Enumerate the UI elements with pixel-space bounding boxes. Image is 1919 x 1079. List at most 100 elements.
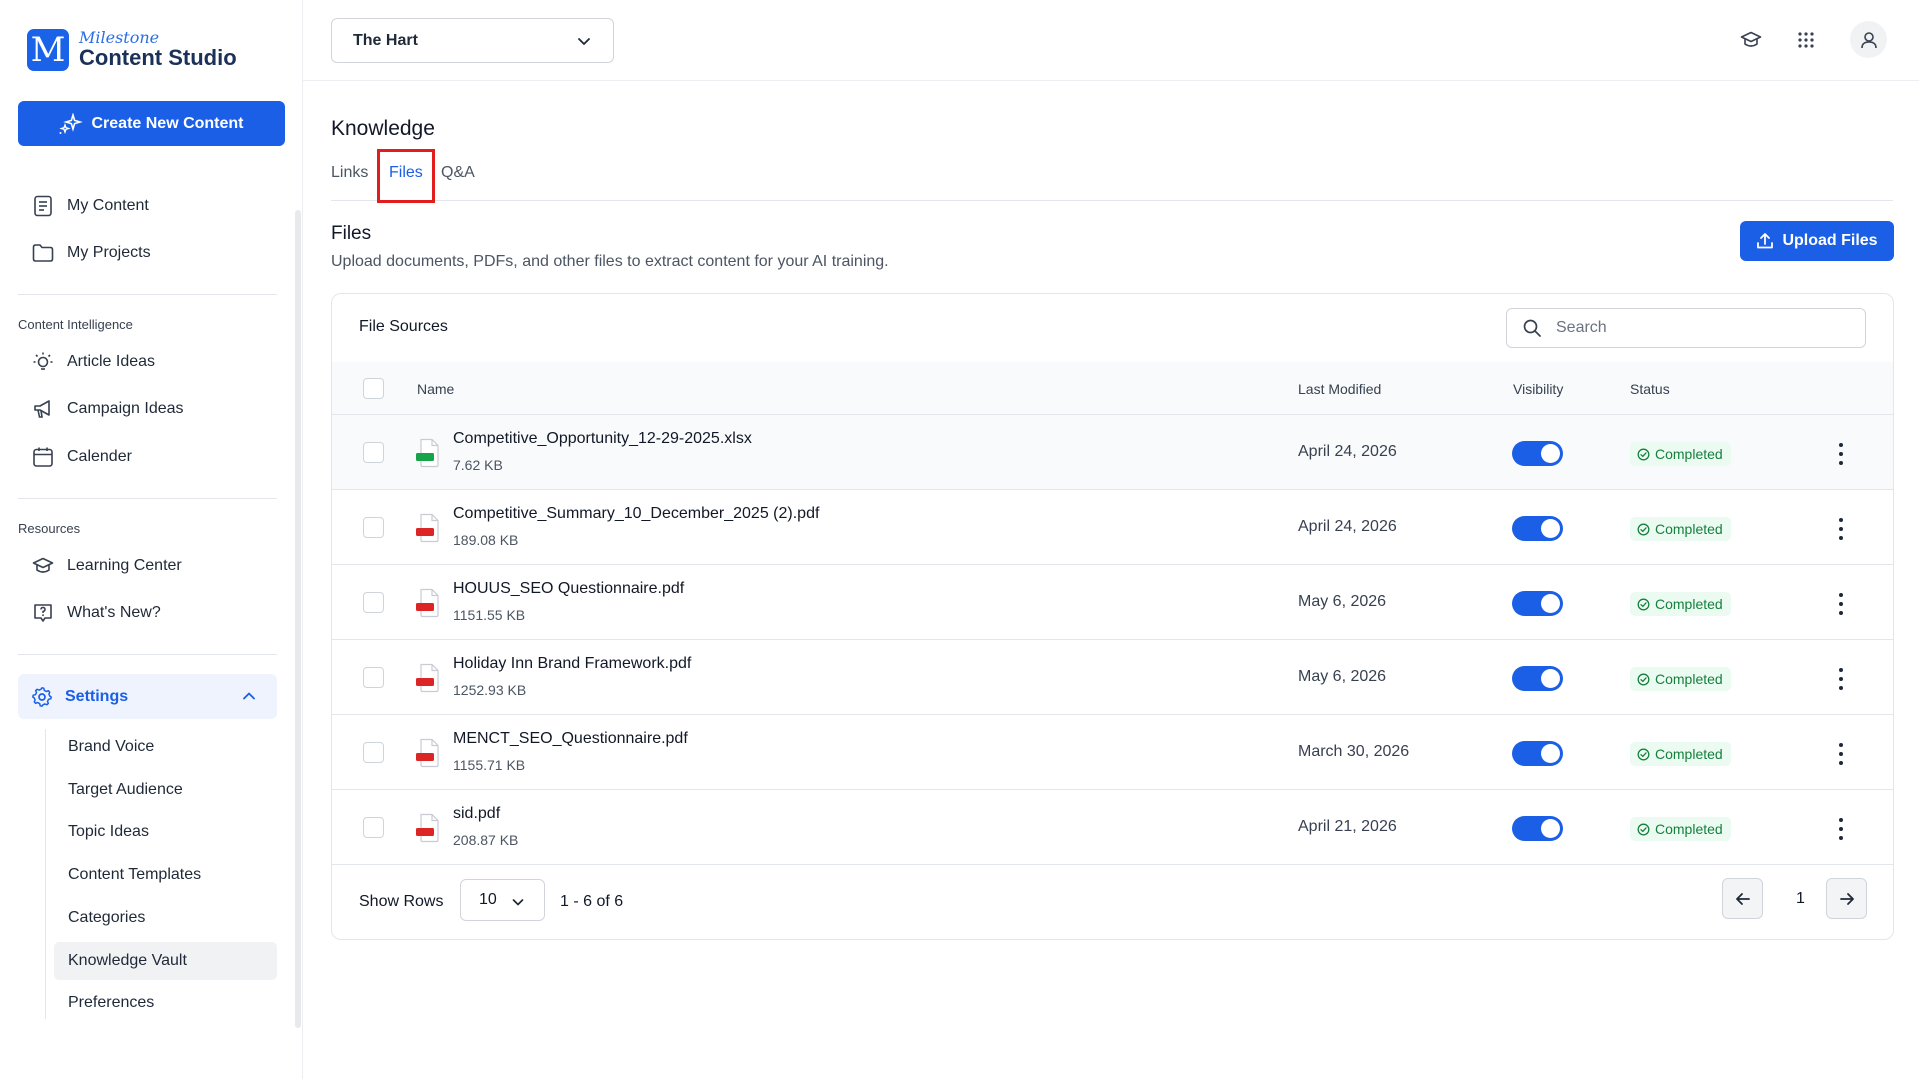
logo[interactable]: M Milestone Content Studio — [27, 29, 237, 71]
file-size: 208.87 KB — [453, 832, 519, 848]
sidebar-item-settings[interactable]: Settings — [18, 674, 277, 719]
row-checkbox[interactable] — [363, 442, 384, 463]
file-name[interactable]: Holiday Inn Brand Framework.pdf — [453, 655, 691, 673]
sidebar-item-label: My Content — [67, 197, 149, 214]
more-options-icon[interactable] — [1837, 668, 1845, 690]
row-checkbox[interactable] — [363, 517, 384, 538]
more-options-icon[interactable] — [1837, 593, 1845, 615]
select-all-checkbox[interactable] — [363, 378, 384, 399]
visibility-toggle[interactable] — [1512, 816, 1563, 841]
settings-label: Settings — [65, 687, 129, 705]
status-text: Completed — [1655, 671, 1723, 687]
row-checkbox[interactable] — [363, 742, 384, 763]
sidebar-divider — [18, 654, 277, 655]
site-select[interactable]: The Hart — [331, 18, 614, 63]
upload-icon — [1757, 233, 1774, 249]
more-options-icon[interactable] — [1837, 443, 1845, 465]
create-new-content-button[interactable]: Create New Content — [18, 101, 285, 146]
graduation-cap-icon — [31, 554, 55, 578]
status-badge: Completed — [1630, 592, 1731, 616]
more-options-icon[interactable] — [1837, 518, 1845, 540]
sidebar-item-preferences[interactable]: Preferences — [54, 984, 277, 1022]
table-row[interactable]: MENCT_SEO_Questionnaire.pdf 1155.71 KB Mar… — [332, 715, 1893, 790]
file-name[interactable]: MENCT_SEO_Questionnaire.pdf — [453, 730, 688, 748]
pagination-range: 1 - 6 of 6 — [560, 893, 624, 910]
sidebar-item-categories[interactable]: Categories — [54, 899, 277, 937]
table-row[interactable]: HOUUS_SEO Questionnaire.pdf 1151.55 KB May… — [332, 565, 1893, 640]
folder-icon — [31, 241, 55, 265]
document-icon — [31, 194, 55, 218]
sidebar-item-whats-new[interactable]: What's New? — [31, 599, 161, 627]
file-name[interactable]: Competitive_Opportunity_12-29-2025.xlsx — [453, 430, 752, 448]
column-header-name[interactable]: Name — [417, 381, 454, 397]
sidebar: M Milestone Content Studio Create New Co… — [0, 0, 303, 1079]
table-row[interactable]: Holiday Inn Brand Framework.pdf 1252.93 K… — [332, 640, 1893, 715]
visibility-toggle[interactable] — [1512, 441, 1563, 466]
more-options-icon[interactable] — [1837, 818, 1845, 840]
file-name[interactable]: Competitive_Summary_10_December_2025 (2)… — [453, 505, 819, 523]
status-text: Completed — [1655, 521, 1723, 537]
apps-grid-icon[interactable] — [1791, 25, 1821, 55]
next-page-button[interactable] — [1826, 878, 1867, 919]
table-row[interactable]: sid.pdf 208.87 KB April 21, 2026 Completed — [332, 790, 1893, 865]
row-checkbox[interactable] — [363, 667, 384, 688]
row-checkbox[interactable] — [363, 817, 384, 838]
last-modified: April 24, 2026 — [1298, 518, 1397, 535]
section-label-resources: Resources — [18, 521, 81, 536]
settings-tree-line — [45, 729, 46, 1019]
visibility-toggle[interactable] — [1512, 516, 1563, 541]
xlsx-file-icon — [415, 438, 443, 473]
sidebar-item-my-projects[interactable]: My Projects — [31, 239, 151, 267]
sidebar-item-campaign-ideas[interactable]: Campaign Ideas — [31, 395, 184, 423]
megaphone-icon — [31, 397, 55, 421]
sidebar-item-article-ideas[interactable]: Article Ideas — [31, 348, 155, 376]
create-new-content-label: Create New Content — [91, 114, 244, 132]
file-name[interactable]: HOUUS_SEO Questionnaire.pdf — [453, 580, 684, 598]
upload-files-button[interactable]: Upload Files — [1740, 221, 1894, 261]
site-select-value: The Hart — [353, 31, 418, 49]
file-sources-card: File Sources Search Name Last Modified V… — [331, 293, 1894, 940]
pdf-file-icon — [415, 663, 443, 698]
sidebar-item-brand-voice[interactable]: Brand Voice — [54, 728, 277, 766]
sidebar-item-target-audience[interactable]: Target Audience — [54, 771, 277, 809]
sidebar-item-content-templates[interactable]: Content Templates — [54, 856, 277, 894]
top-bar: The Hart — [303, 0, 1919, 81]
file-size: 1252.93 KB — [453, 682, 527, 698]
sidebar-item-learning-center[interactable]: Learning Center — [31, 552, 182, 580]
section-description: Upload documents, PDFs, and other files … — [331, 253, 889, 270]
visibility-toggle[interactable] — [1512, 591, 1563, 616]
row-checkbox[interactable] — [363, 592, 384, 613]
tab-links[interactable]: Links — [331, 164, 368, 182]
search-input[interactable]: Search — [1506, 308, 1866, 348]
visibility-toggle[interactable] — [1512, 666, 1563, 691]
tab-files-highlight-box — [377, 149, 435, 203]
card-title: File Sources — [359, 318, 448, 335]
file-size: 1155.71 KB — [453, 757, 526, 773]
sidebar-scrollbar[interactable] — [295, 210, 301, 1028]
rows-per-page-select[interactable]: 10 — [460, 879, 545, 921]
status-text: Completed — [1655, 446, 1723, 462]
sidebar-item-calender[interactable]: Calender — [31, 443, 132, 471]
table-row[interactable]: Competitive_Opportunity_12-29-2025.xlsx 7… — [332, 415, 1893, 490]
current-page[interactable]: 1 — [1796, 890, 1805, 908]
learning-center-icon[interactable] — [1736, 25, 1766, 55]
visibility-toggle[interactable] — [1512, 741, 1563, 766]
sidebar-item-my-content[interactable]: My Content — [31, 192, 149, 220]
column-header-status: Status — [1630, 381, 1670, 397]
tab-qa[interactable]: Q&A — [441, 164, 475, 182]
check-circle-icon — [1637, 448, 1650, 460]
user-avatar[interactable] — [1850, 21, 1887, 58]
sidebar-item-label: Article Ideas — [67, 353, 156, 370]
last-modified: March 30, 2026 — [1298, 743, 1410, 760]
previous-page-button[interactable] — [1722, 878, 1763, 919]
chevron-up-icon[interactable] — [241, 688, 257, 709]
sidebar-item-knowledge-vault[interactable]: Knowledge Vault — [54, 942, 277, 980]
table-row[interactable]: Competitive_Summary_10_December_2025 (2)… — [332, 490, 1893, 565]
upload-files-label: Upload Files — [1782, 232, 1878, 249]
page-title: Knowledge — [331, 117, 435, 140]
more-options-icon[interactable] — [1837, 743, 1845, 765]
column-header-last-modified[interactable]: Last Modified — [1298, 381, 1381, 397]
status-text: Completed — [1655, 596, 1723, 612]
file-name[interactable]: sid.pdf — [453, 805, 500, 823]
sidebar-item-topic-ideas[interactable]: Topic Ideas — [54, 813, 277, 851]
